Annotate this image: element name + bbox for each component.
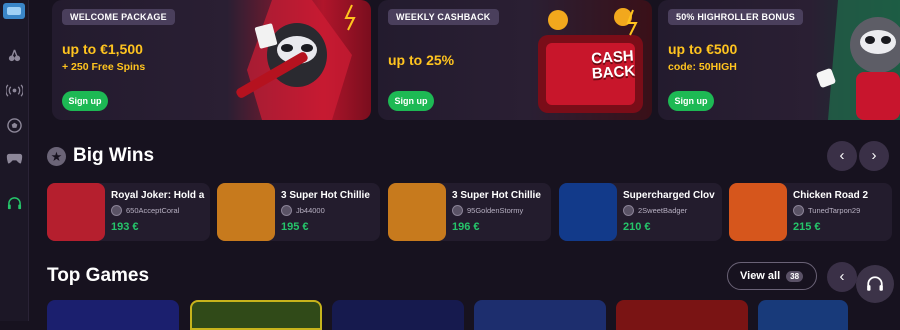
big-win-card[interactable]: Chicken Road 2 TunedTarpon29 215 € (729, 183, 892, 241)
top-games-title: Top Games (47, 265, 150, 286)
game-tile[interactable] (332, 300, 464, 330)
weekly-cashback-banner[interactable]: WEEKLY CASHBACK up to 25% Sign up CASH B… (378, 0, 652, 120)
user-avatar-icon (623, 205, 634, 216)
game-tile[interactable] (190, 300, 322, 330)
sign-up-button[interactable]: Sign up (62, 91, 108, 111)
game-thumbnail (729, 183, 787, 241)
game-name: 3 Super Hot Chillie (452, 190, 541, 201)
welcome-package-banner[interactable]: WELCOME PACKAGE up to €1,500 + 250 Free … (52, 0, 371, 120)
sign-up-button[interactable]: Sign up (668, 91, 714, 111)
game-name: 3 Super Hot Chillie (281, 190, 370, 201)
headset-support-icon[interactable] (4, 193, 25, 214)
username: 650AcceptCoral (126, 206, 180, 215)
headset-icon (867, 276, 883, 291)
game-thumbnail (388, 183, 446, 241)
game-tile[interactable] (758, 300, 848, 330)
logo-icon[interactable] (3, 3, 25, 19)
banner-tag: WELCOME PACKAGE (62, 9, 175, 25)
banner-subline: code: 50HIGH (668, 61, 737, 73)
banner-tag: WEEKLY CASHBACK (388, 9, 499, 25)
big-wins-title: Big Wins (73, 145, 155, 166)
raccoon-dice-illustration (816, 0, 900, 120)
big-win-card[interactable]: Royal Joker: Hold a 650AcceptCoral 193 € (47, 183, 210, 241)
view-all-label: View all (740, 270, 781, 282)
win-amount: 210 € (623, 221, 651, 233)
user-avatar-icon (452, 205, 463, 216)
star-icon: ★ (47, 147, 66, 166)
big-win-card[interactable]: 3 Super Hot Chillie 95GoldenStormy 196 € (388, 183, 551, 241)
highroller-bonus-banner[interactable]: 50% HIGHROLLER BONUS up to €500 code: 50… (658, 0, 900, 120)
live-broadcast-icon[interactable] (4, 80, 25, 101)
win-amount: 193 € (111, 221, 139, 233)
username: 95GoldenStormy (467, 206, 524, 215)
username: TunedTarpon29 (808, 206, 861, 215)
win-amount: 196 € (452, 221, 480, 233)
sidebar (0, 0, 29, 321)
game-tile[interactable] (616, 300, 748, 330)
sign-up-button[interactable]: Sign up (388, 91, 434, 111)
raccoon-guitar-illustration (236, 0, 356, 120)
big-win-card[interactable]: 3 Super Hot Chillie Jb44000 195 € (217, 183, 380, 241)
game-name: Chicken Road 2 (793, 190, 869, 201)
view-all-button[interactable]: View all 38 (727, 262, 817, 290)
support-chat-button[interactable] (856, 265, 894, 303)
game-name: Royal Joker: Hold a (111, 190, 205, 201)
banner-headline: up to €1,500 (62, 41, 143, 57)
game-thumbnail (47, 183, 105, 241)
banner-tag: 50% HIGHROLLER BONUS (668, 9, 804, 25)
game-tile[interactable] (474, 300, 606, 330)
soccer-ball-icon[interactable] (4, 115, 25, 136)
prev-arrow-button[interactable]: ‹ (827, 141, 857, 171)
game-tile[interactable] (47, 300, 179, 330)
username: 2SweetBadger (638, 206, 688, 215)
game-name: Supercharged Clov (623, 190, 715, 201)
prev-arrow-button[interactable]: ‹ (827, 262, 857, 292)
cashback-art-text: CASH BACK (590, 47, 636, 83)
gamepad-icon[interactable] (4, 148, 25, 169)
next-arrow-button[interactable]: › (859, 141, 889, 171)
game-thumbnail (217, 183, 275, 241)
game-thumbnail (559, 183, 617, 241)
win-amount: 195 € (281, 221, 309, 233)
banner-headline: up to €500 (668, 41, 738, 57)
win-amount: 215 € (793, 221, 821, 233)
main-content: WELCOME PACKAGE up to €1,500 + 250 Free … (47, 0, 900, 330)
games-count-badge: 38 (786, 270, 804, 282)
user-avatar-icon (281, 205, 292, 216)
user-avatar-icon (111, 205, 122, 216)
cherries-icon[interactable] (4, 45, 25, 66)
username: Jb44000 (296, 206, 325, 215)
banner-headline: up to 25% (388, 52, 455, 68)
big-win-card[interactable]: Supercharged Clov 2SweetBadger 210 € (559, 183, 722, 241)
banner-subline: + 250 Free Spins (62, 61, 146, 73)
user-avatar-icon (793, 205, 804, 216)
